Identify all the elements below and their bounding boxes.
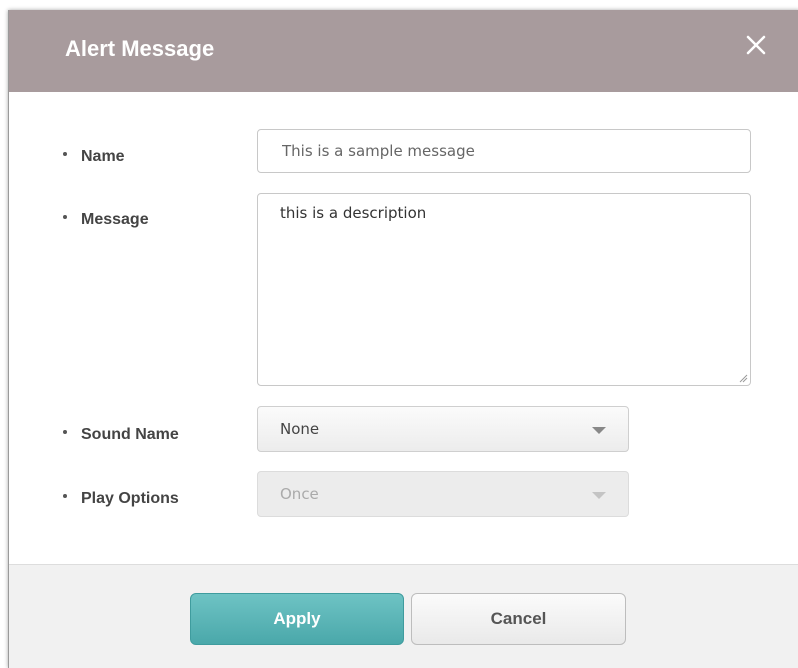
bullet-icon (63, 423, 71, 439)
play-options-value: Once (280, 485, 319, 503)
message-field[interactable] (257, 193, 751, 386)
sound-name-label-text: Sound Name (81, 426, 179, 443)
play-options-label: Play Options (63, 487, 179, 508)
sound-name-value: None (280, 420, 320, 438)
bullet-icon (63, 208, 71, 224)
play-options-label-text: Play Options (81, 490, 179, 507)
name-label: Name (63, 145, 125, 166)
sound-name-select[interactable]: None (257, 406, 629, 452)
name-label-text: Name (81, 148, 125, 165)
apply-button[interactable]: Apply (190, 593, 404, 645)
name-input[interactable] (258, 130, 750, 172)
close-icon[interactable] (743, 32, 769, 58)
message-label: Message (63, 208, 149, 229)
bullet-icon (63, 145, 71, 161)
chevron-down-icon (592, 427, 606, 434)
chevron-down-icon (592, 492, 606, 499)
message-textarea[interactable] (258, 194, 750, 385)
cancel-button[interactable]: Cancel (411, 593, 626, 645)
dialog-titlebar: Alert Message (9, 10, 798, 92)
alert-message-dialog: Alert Message Name Message Sound Name No… (8, 10, 798, 668)
play-options-select: Once (257, 471, 629, 517)
name-field[interactable] (257, 129, 751, 173)
dialog-footer: Apply Cancel (9, 564, 798, 668)
bullet-icon (63, 487, 71, 503)
resize-grip-icon[interactable] (738, 373, 748, 383)
sound-name-label: Sound Name (63, 423, 179, 444)
message-label-text: Message (81, 211, 149, 228)
dialog-title: Alert Message (65, 36, 215, 61)
